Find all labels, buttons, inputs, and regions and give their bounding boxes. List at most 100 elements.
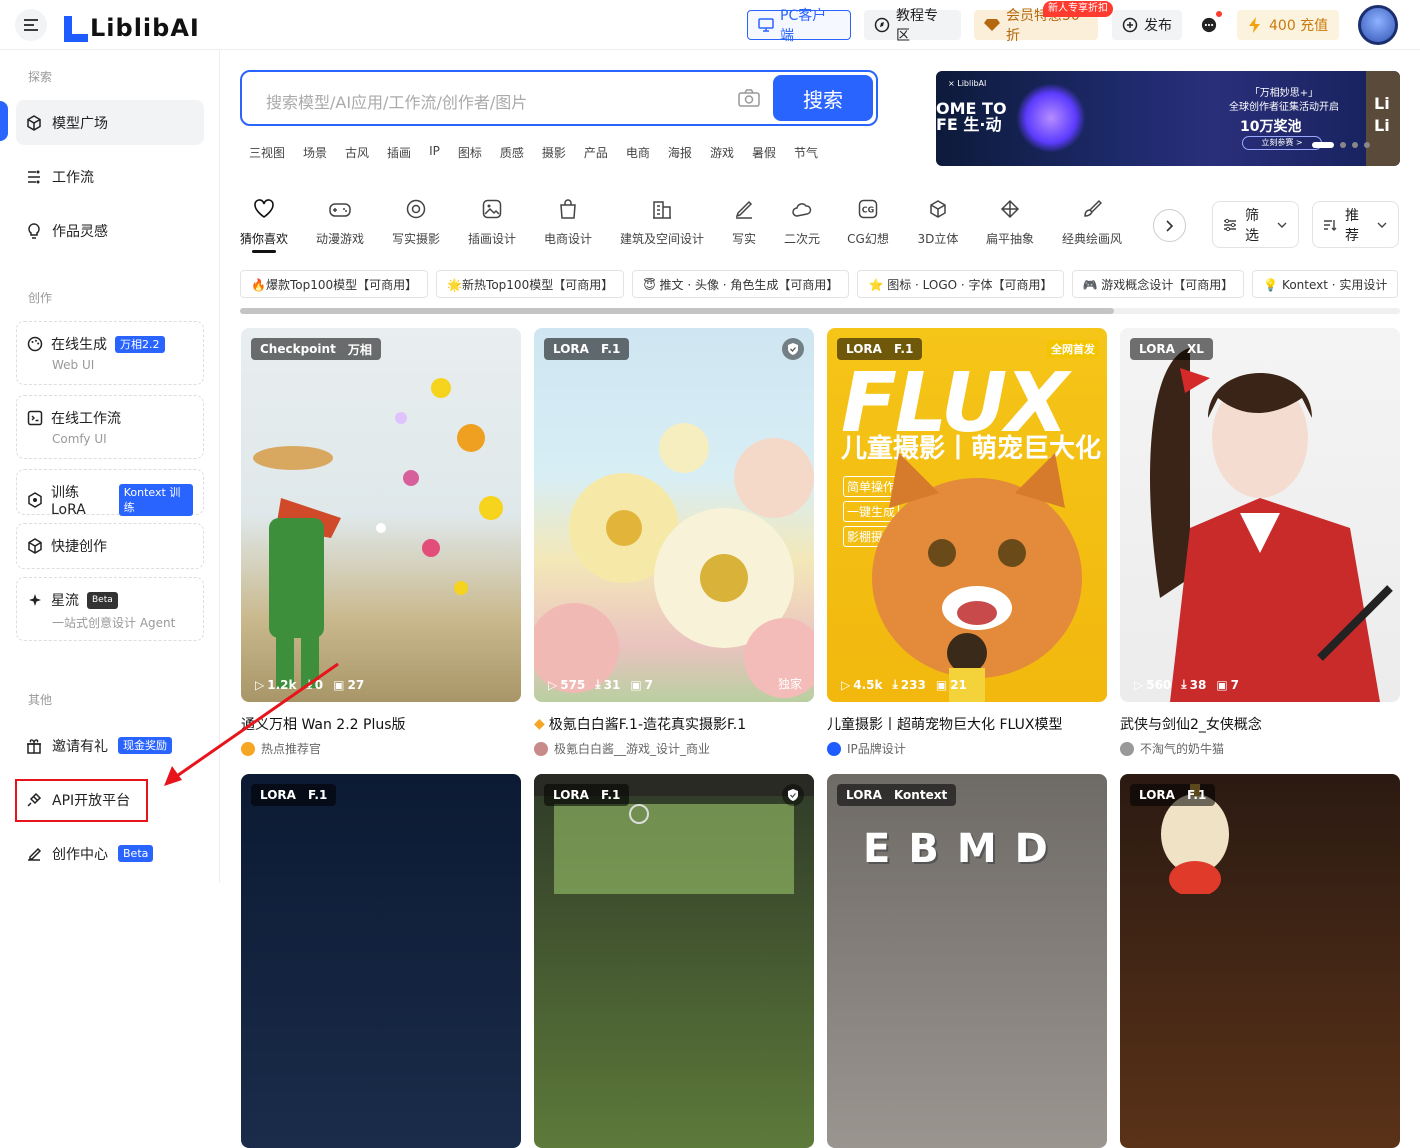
model-author[interactable]: 极氪白白酱__游戏_设计_商业 <box>534 740 814 757</box>
tab-guess-you-like[interactable]: 猜你喜欢 <box>240 196 288 253</box>
model-thumbnail[interactable]: LORA XL ▷ 560 ⤓ 38 ▣ 7 <box>1120 328 1400 702</box>
hot-keyword[interactable]: 古风 <box>345 144 369 161</box>
model-card[interactable]: LORA F.1 ▷ 575 ⤓ 31 ▣ 7 独家 ◆ 极氪白白酱F.1-造花真实摄影F… <box>534 328 814 757</box>
sidebar-item-xingliu[interactable]: 星流 Beta 一站式创意设计 Agent <box>16 577 204 641</box>
banner-dot[interactable] <box>1352 142 1358 148</box>
collection-chip[interactable]: 🌟新热Top100模型【可商用】 <box>436 270 625 298</box>
model-thumbnail[interactable]: LORA F.1 <box>1120 774 1400 1148</box>
hot-keyword[interactable]: 插画 <box>387 144 411 161</box>
hot-keyword[interactable]: 摄影 <box>542 144 566 161</box>
model-type: LORA <box>1139 788 1175 802</box>
collection-chip[interactable]: ⭐ 图标 · LOGO · 字体【可商用】 <box>857 270 1064 298</box>
banner-dot[interactable] <box>1340 142 1346 148</box>
category-next-button[interactable] <box>1153 209 1186 242</box>
model-type: LORA <box>846 788 882 802</box>
exclusive-label: 独家 <box>777 677 802 691</box>
sidebar-item-inspiration[interactable]: 作品灵感 <box>16 208 204 253</box>
model-card[interactable]: FLUX 儿童摄影丨萌宠巨大化 简单操作 一键生成 影棚摄影 全网首发 LORA… <box>827 328 1107 757</box>
tab-classic-painting[interactable]: 经典绘画风 <box>1062 196 1122 247</box>
hot-keyword[interactable]: 暑假 <box>752 144 776 161</box>
search-input[interactable]: 搜索模型/AI应用/工作流/创作者/图片 <box>266 89 527 113</box>
sidebar-item-creator-center[interactable]: 创作中心 Beta <box>16 831 204 876</box>
sidebar-item-train-lora[interactable]: 训练LoRA Kontext 训练 <box>16 469 204 518</box>
user-avatar[interactable] <box>1358 5 1398 45</box>
model-type-tag: LORA F.1 <box>544 338 630 360</box>
sidebar-item-model-square[interactable]: 模型广场 <box>16 100 204 145</box>
model-thumbnail[interactable]: LORA F.1 <box>534 774 814 1148</box>
sidebar-item-invite[interactable]: 邀请有礼 现金奖励 <box>16 723 204 768</box>
hot-keyword[interactable]: 三视图 <box>249 144 285 161</box>
collection-chip[interactable]: 🎮 游戏概念设计【可商用】 <box>1071 270 1245 298</box>
banner-left-text: OME TO FE 生·动 <box>936 99 1007 134</box>
banner-dot[interactable] <box>1364 142 1370 148</box>
cube-icon <box>26 114 42 131</box>
event-banner[interactable]: × LiblibAI OME TO FE 生·动 「万相妙思+」 全球创作者征集… <box>936 71 1400 166</box>
hot-keyword[interactable]: 节气 <box>794 144 818 161</box>
sidebar-item-label: 创作中心 <box>52 846 108 863</box>
tab-flat-abstract[interactable]: 扁平抽象 <box>986 196 1034 247</box>
hot-keyword[interactable]: 海报 <box>668 144 692 161</box>
hot-keyword[interactable]: IP <box>429 144 440 161</box>
tab-cg-fantasy[interactable]: CG CG幻想 <box>846 196 890 247</box>
model-thumbnail[interactable]: LORA F.1 ▷ 575 ⤓ 31 ▣ 7 独家 <box>534 328 814 702</box>
model-author[interactable]: 不淘气的奶牛猫 <box>1120 740 1400 757</box>
hot-keyword[interactable]: 图标 <box>458 144 482 161</box>
sidebar-item-quick-create[interactable]: 快捷创作 <box>16 523 204 569</box>
tab-anime-game[interactable]: 动漫游戏 <box>316 196 364 247</box>
tab-realistic[interactable]: 写实 <box>730 196 758 247</box>
model-author[interactable]: 热点推荐官 <box>241 740 521 757</box>
collection-chip[interactable]: 😇 推文 · 头像 · 角色生成【可商用】 <box>632 270 850 298</box>
hot-keyword[interactable]: 电商 <box>626 144 650 161</box>
scrollbar-thumb[interactable] <box>240 308 1114 314</box>
banner-dot[interactable] <box>1312 142 1334 148</box>
tab-anime[interactable]: 二次元 <box>784 196 820 247</box>
tutorial-button[interactable]: 教程专区 <box>864 8 961 44</box>
recharge-button[interactable]: 400 充值 <box>1237 10 1339 40</box>
message-button[interactable] <box>1193 10 1225 40</box>
hot-keyword[interactable]: 质感 <box>500 144 524 161</box>
model-card[interactable]: LORA F.1 <box>241 774 521 1148</box>
views-stat: ▷ 4.5k <box>841 677 882 692</box>
logo[interactable]: LiblibAI <box>62 8 200 42</box>
model-thumbnail[interactable]: FLUX 儿童摄影丨萌宠巨大化 简单操作 一键生成 影棚摄影 全网首发 LORA… <box>827 328 1107 702</box>
model-card[interactable]: Checkpoint 万相 ▷ 1.2k ⤓ 0 ▣ 27 通义万相 Wan 2.2 P… <box>241 328 521 757</box>
model-author[interactable]: IP品牌设计 <box>827 740 1107 757</box>
menu-icon[interactable] <box>15 9 47 41</box>
model-card[interactable]: LORA F.1 <box>534 774 814 1148</box>
camera-icon[interactable] <box>738 89 760 111</box>
search-button[interactable]: 搜索 <box>773 75 873 121</box>
sidebar-item-online-workflow[interactable]: 在线工作流 Comfy UI <box>16 395 204 459</box>
chips-scrollbar[interactable] <box>240 308 1400 314</box>
bulb-icon <box>26 222 42 239</box>
sort-button[interactable]: 推荐 <box>1312 201 1399 248</box>
banner-join-button[interactable]: 立刻参赛 > <box>1242 136 1322 150</box>
model-card[interactable]: LORA F.1 <box>1120 774 1400 1148</box>
play-icon: ▷ <box>255 677 265 692</box>
hot-keyword[interactable]: 场景 <box>303 144 327 161</box>
model-name[interactable]: 武侠与剑仙2_女侠概念 <box>1120 714 1400 734</box>
tab-photo[interactable]: 写实摄影 <box>392 196 440 247</box>
model-card[interactable]: EBMD LORA Kontext <box>827 774 1107 1148</box>
pc-client-button[interactable]: PC客户端 <box>747 8 851 44</box>
hot-keyword[interactable]: 游戏 <box>710 144 734 161</box>
sidebar-item-online-generate[interactable]: 在线生成 万相2.2 Web UI <box>16 321 204 385</box>
model-name[interactable]: ◆ 极氪白白酱F.1-造花真实摄影F.1 <box>534 714 814 734</box>
sidebar-item-workflow[interactable]: 工作流 <box>16 154 204 199</box>
tab-architecture[interactable]: 建筑及空间设计 <box>620 196 704 247</box>
tab-label: 写实摄影 <box>392 232 441 246</box>
collection-chip[interactable]: 🔥爆款Top100模型【可商用】 <box>240 270 429 298</box>
model-card[interactable]: LORA XL ▷ 560 ⤓ 38 ▣ 7 武侠与剑仙2_女侠概念 不淘气的奶牛猫 <box>1120 328 1400 757</box>
model-thumbnail[interactable]: EBMD LORA Kontext <box>827 774 1107 1148</box>
publish-button[interactable]: 发布 <box>1112 10 1182 40</box>
model-thumbnail[interactable]: Checkpoint 万相 ▷ 1.2k ⤓ 0 ▣ 27 <box>241 328 521 702</box>
search-box[interactable]: 搜索模型/AI应用/工作流/创作者/图片 搜索 <box>240 70 878 126</box>
tab-ecommerce[interactable]: 电商设计 <box>544 196 592 247</box>
hot-keyword[interactable]: 产品 <box>584 144 608 161</box>
model-name[interactable]: 通义万相 Wan 2.2 Plus版 <box>241 714 521 734</box>
tab-3d[interactable]: 3D立体 <box>916 196 960 247</box>
tab-illustration[interactable]: 插画设计 <box>468 196 516 247</box>
model-thumbnail[interactable]: LORA F.1 <box>241 774 521 1148</box>
collection-chip[interactable]: 💡 Kontext · 实用设计 <box>1252 270 1399 298</box>
filter-button[interactable]: 筛选 <box>1212 201 1299 248</box>
model-name[interactable]: 儿童摄影丨超萌宠物巨大化 FLUX模型 <box>827 714 1107 734</box>
